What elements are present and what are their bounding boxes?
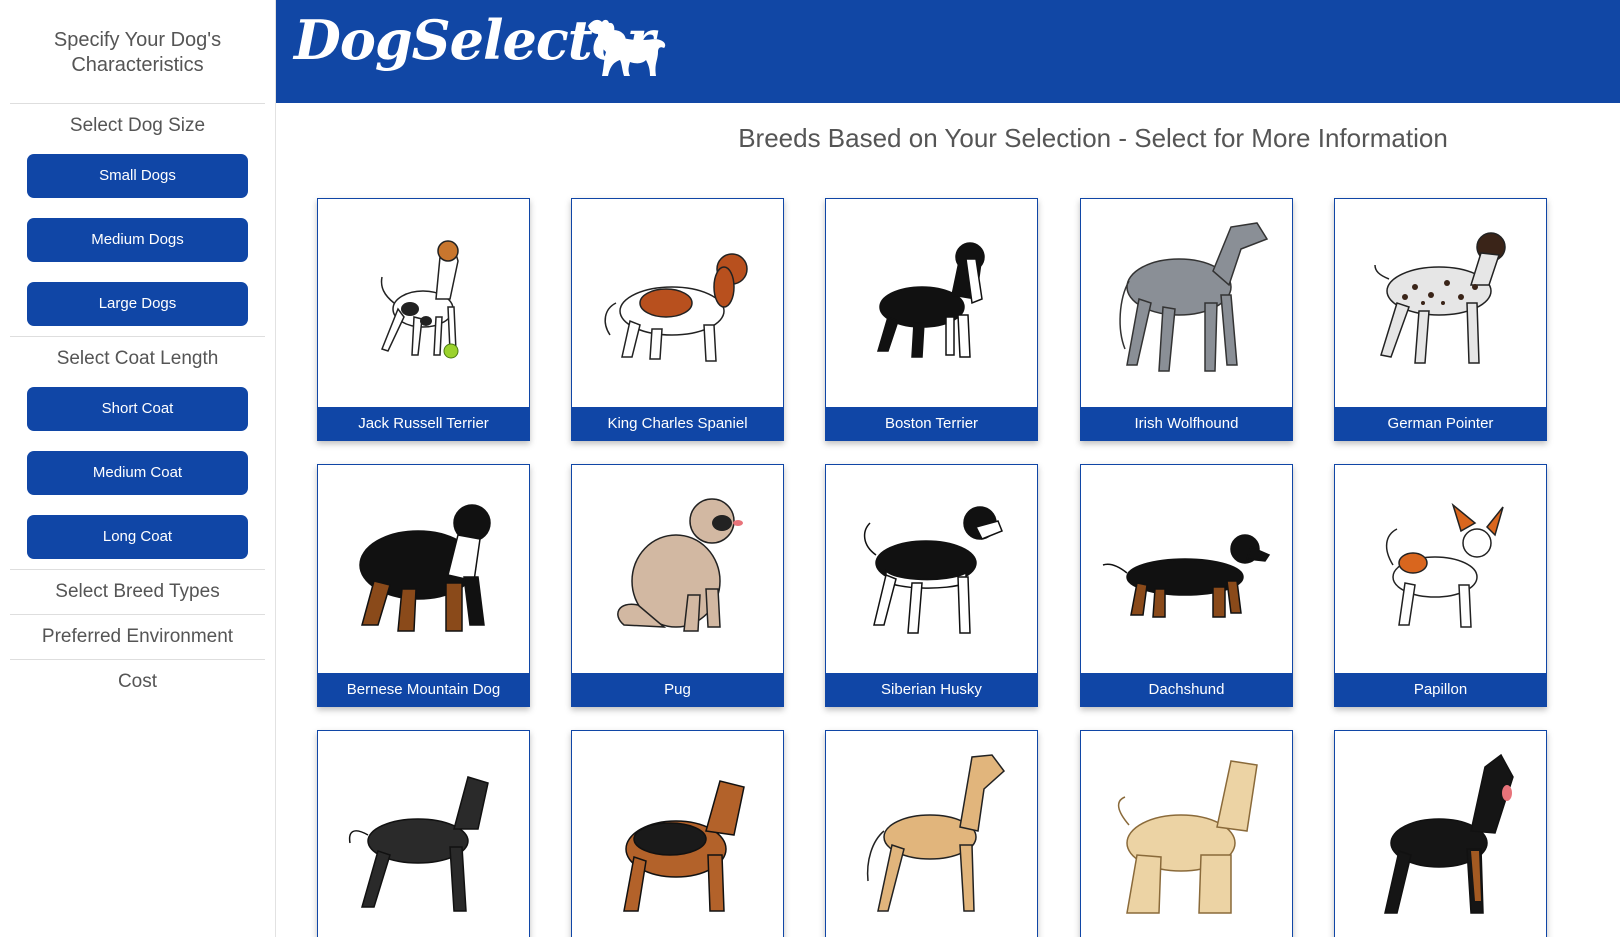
breed-card-label: Pug (572, 673, 783, 706)
breed-card[interactable] (571, 730, 784, 937)
irish-wolfhound-illustration (1119, 222, 1269, 372)
breed-card-label: Siberian Husky (826, 673, 1037, 706)
breed-card-irish-wolfhound[interactable]: Irish Wolfhound (1080, 198, 1293, 441)
german-pointer-illustration (1374, 232, 1506, 364)
king-charles-spaniel-illustration (604, 253, 748, 362)
breed-card-label: German Pointer (1335, 407, 1546, 440)
dog-illustration (1384, 753, 1514, 914)
breed-card-label: King Charles Spaniel (572, 407, 783, 440)
size-button-group: Small Dogs Medium Dogs Large Dogs (0, 148, 275, 326)
bernese-mountain-dog-illustration (359, 504, 491, 632)
sidebar: Specify Your Dog's Characteristics Selec… (0, 0, 276, 937)
breed-card-boston-terrier[interactable]: Boston Terrier (825, 198, 1038, 441)
siberian-husky-illustration (863, 506, 1003, 634)
dog-illustration (348, 776, 489, 912)
long-coat-button[interactable]: Long Coat (27, 515, 248, 559)
small-dogs-button[interactable]: Small Dogs (27, 154, 248, 198)
boston-terrier-illustration (876, 242, 985, 358)
select-coat-length-title[interactable]: Select Coat Length (0, 337, 275, 381)
breed-card-label: Boston Terrier (826, 407, 1037, 440)
site-header: DogSelector (276, 0, 1620, 103)
main-content: Breeds Based on Your Selection - Select … (276, 103, 1620, 937)
breed-card-label: Dachshund (1081, 673, 1292, 706)
breed-card-king-charles-spaniel[interactable]: King Charles Spaniel (571, 198, 784, 441)
breed-card[interactable] (317, 730, 530, 937)
breed-card-label: Papillon (1335, 673, 1546, 706)
dog-illustration (1117, 760, 1258, 914)
page-title: Breeds Based on Your Selection - Select … (738, 123, 1448, 153)
dog-illustration (866, 754, 1006, 912)
breed-card-jack-russell-terrier[interactable]: Jack Russell Terrier (317, 198, 530, 441)
medium-dogs-button[interactable]: Medium Dogs (27, 218, 248, 262)
breed-card[interactable] (1080, 730, 1293, 937)
papillon-illustration (1385, 502, 1504, 628)
short-coat-button[interactable]: Short Coat (27, 387, 248, 431)
breed-card[interactable] (1334, 730, 1547, 937)
breed-card-papillon[interactable]: Papillon (1334, 464, 1547, 707)
breed-card-german-pointer[interactable]: German Pointer (1334, 198, 1547, 441)
coat-button-group: Short Coat Medium Coat Long Coat (0, 381, 275, 559)
select-dog-size-title[interactable]: Select Dog Size (0, 104, 275, 148)
jack-russell-terrier-illustration (380, 240, 459, 359)
pug-illustration (617, 498, 743, 632)
sidebar-heading: Specify Your Dog's Characteristics (53, 29, 222, 76)
medium-coat-button[interactable]: Medium Coat (27, 451, 248, 495)
large-dogs-button[interactable]: Large Dogs (27, 282, 248, 326)
breed-card-label: Jack Russell Terrier (318, 407, 529, 440)
preferred-environment-link[interactable]: Preferred Environment (0, 615, 275, 659)
breed-card-pug[interactable]: Pug (571, 464, 784, 707)
breed-card-dachshund[interactable]: Dachshund (1080, 464, 1293, 707)
dog-illustration (623, 780, 745, 912)
breed-card-bernese-mountain-dog[interactable]: Bernese Mountain Dog (317, 464, 530, 707)
dog-silhouette-icon (588, 19, 666, 76)
dachshund-illustration (1102, 534, 1271, 618)
breed-card-label: Irish Wolfhound (1081, 407, 1292, 440)
breed-card-siberian-husky[interactable]: Siberian Husky (825, 464, 1038, 707)
select-breed-types-link[interactable]: Select Breed Types (0, 570, 275, 614)
breed-card[interactable] (825, 730, 1038, 937)
breed-card-label: Bernese Mountain Dog (318, 673, 529, 706)
cost-link[interactable]: Cost (0, 660, 275, 704)
